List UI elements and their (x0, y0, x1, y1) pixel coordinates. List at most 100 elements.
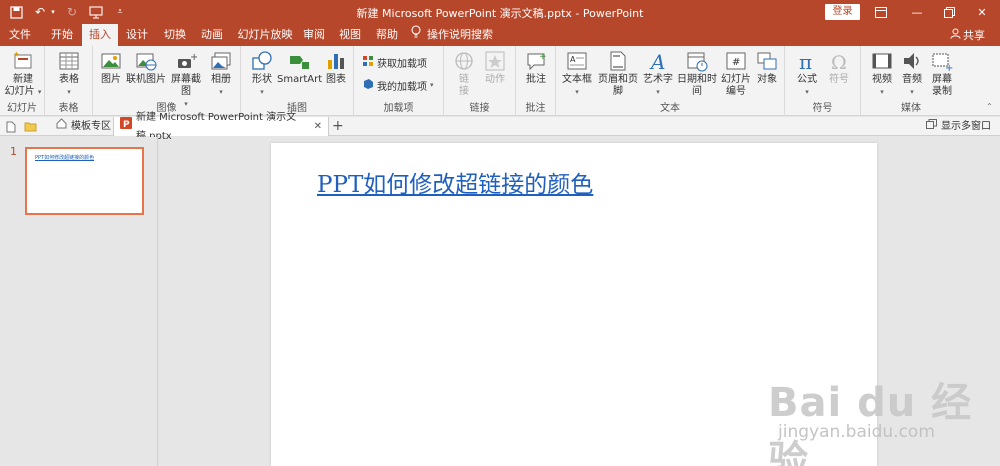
addin-icon (362, 78, 374, 93)
collapse-ribbon-icon[interactable]: ⌃ (986, 102, 993, 111)
textbox-button[interactable]: A 文本框 ▾ (562, 50, 592, 98)
tab-templates[interactable]: 模板专区 (50, 117, 117, 136)
slide-number-label-2: 编号 (726, 86, 746, 97)
action-star-icon (484, 50, 506, 72)
new-slide-icon: ✦ (12, 50, 34, 72)
textbox-label: 文本框 (562, 74, 592, 85)
screen-recording-icon: + (931, 50, 953, 74)
restore-icon[interactable] (931, 0, 967, 24)
online-picture-button[interactable]: 联机图片 (126, 50, 166, 86)
shapes-button[interactable]: 形状 ▾ (248, 50, 276, 98)
audio-button[interactable]: 音频 ▾ (899, 50, 925, 98)
screen-recording-label-2: 录制 (932, 86, 952, 97)
my-addins-button[interactable]: 我的加载项 ▾ (362, 77, 434, 93)
picture-icon (100, 50, 122, 72)
equation-button[interactable]: π 公式 ▾ (793, 50, 821, 98)
slide-number-label-1: 幻灯片 (721, 74, 751, 85)
shapes-icon (251, 50, 273, 72)
slide-number-button[interactable]: # 幻灯片 编号 (719, 50, 753, 98)
get-addins-button[interactable]: 获取加载项 (362, 54, 427, 70)
shapes-label: 形状 (252, 74, 272, 85)
group-addins: 获取加载项 我的加载项 ▾ 加载项 (354, 46, 444, 116)
comment-icon: + (525, 50, 547, 72)
svg-text:✦: ✦ (13, 50, 20, 59)
close-tab-icon[interactable]: ✕ (314, 117, 322, 136)
tab-insert[interactable]: 插入 (82, 24, 118, 46)
header-footer-icon (607, 50, 629, 72)
omega-icon: Ω (828, 50, 850, 74)
tab-transitions[interactable]: 切换 (159, 24, 191, 46)
table-button[interactable]: 表格 ▾ (53, 50, 85, 98)
multi-window-button[interactable]: 显示多窗口 (926, 117, 991, 136)
watermark-url: jingyan.baidu.com (778, 422, 935, 442)
login-button[interactable]: 登录 (825, 4, 860, 20)
tab-design[interactable]: 设计 (122, 24, 152, 46)
symbol-button[interactable]: Ω 符号 (825, 50, 853, 86)
share-button[interactable]: 共享 (950, 27, 985, 43)
slide-thumbnails-pane: 1 PPT如何修改超链接的颜色 (0, 137, 158, 466)
tab-help[interactable]: 帮助 (372, 24, 402, 46)
screenshot-label: 屏幕截图 (171, 74, 201, 97)
add-tab-icon[interactable]: + (332, 117, 344, 136)
header-footer-button[interactable]: 页眉和页脚 (594, 50, 642, 98)
tab-home[interactable]: 开始 (45, 24, 79, 46)
album-button[interactable]: 相册 ▾ (207, 50, 235, 98)
comment-label: 批注 (526, 74, 546, 85)
equation-label: 公式 (797, 74, 817, 85)
lightbulb-icon (411, 24, 421, 46)
tab-document[interactable]: P 新建 Microsoft PowerPoint 演示文稿.pptx ✕ (113, 112, 329, 142)
wordart-button[interactable]: A 艺术字 ▾ (643, 50, 673, 98)
group-symbols: π 公式 ▾ Ω 符号 符号 (785, 46, 861, 116)
group-tables: 表格 ▾ 表格 (45, 46, 93, 116)
baidu-watermark: Bai du 经验 jingyan.baidu.com (768, 370, 983, 466)
action-button[interactable]: 动作 (482, 50, 508, 86)
share-label: 共享 (963, 29, 985, 42)
svg-text:+: + (945, 63, 953, 72)
minimize-icon[interactable]: — (899, 0, 935, 24)
new-slide-button[interactable]: ✦ 新建 幻灯片 ▾ (4, 50, 42, 98)
link-button[interactable]: 链 接 (452, 50, 476, 98)
table-label: 表格 (59, 74, 79, 85)
document-tabs: 模板专区 P 新建 Microsoft PowerPoint 演示文稿.pptx… (0, 112, 1000, 142)
calendar-icon (686, 50, 708, 72)
new-slide-label-1: 新建 (13, 74, 33, 85)
chevron-down-icon: ▾ (805, 88, 809, 96)
watermark-logo: Bai du 经验 (768, 380, 973, 466)
group-comments: + 批注 批注 (516, 46, 556, 116)
smartart-button[interactable]: SmartArt (277, 50, 322, 86)
chevron-down-icon: ▾ (656, 88, 660, 96)
new-document-icon[interactable] (6, 117, 16, 136)
slide-thumbnail[interactable]: PPT如何修改超链接的颜色 (25, 147, 144, 215)
tab-file[interactable]: 文件 (5, 24, 35, 46)
object-button[interactable]: 对象 (754, 50, 780, 86)
open-folder-icon[interactable] (24, 117, 37, 136)
screen-recording-label-1: 屏幕 (932, 74, 952, 85)
group-label-addins: 加载项 (383, 103, 414, 114)
get-addins-label: 获取加载项 (377, 58, 427, 70)
my-addins-label: 我的加载项 (377, 81, 427, 93)
chevron-down-icon: ▾ (430, 81, 434, 89)
datetime-button[interactable]: 日期和时间 (674, 50, 720, 98)
video-icon (871, 50, 893, 72)
video-button[interactable]: 视频 ▾ (869, 50, 895, 98)
tab-review[interactable]: 审阅 (299, 24, 329, 46)
tell-me-search[interactable]: 操作说明搜索 (411, 24, 511, 46)
link-icon (453, 50, 475, 72)
chart-button[interactable]: 图表 (323, 50, 349, 86)
ribbon-display-icon[interactable] (863, 0, 899, 24)
chart-icon (325, 50, 347, 72)
textbox-icon: A (566, 50, 588, 72)
screen-recording-button[interactable]: + 屏幕 录制 (929, 50, 955, 98)
close-icon[interactable]: ✕ (964, 0, 1000, 24)
slide-title-hyperlink[interactable]: PPT如何修改超链接的颜色 (317, 165, 593, 199)
tab-slideshow[interactable]: 幻灯片放映 (236, 24, 294, 46)
chart-label: 图表 (326, 74, 346, 85)
comment-button[interactable]: + 批注 (523, 50, 549, 86)
group-slides: ✦ 新建 幻灯片 ▾ 幻灯片 (0, 46, 45, 116)
slide-number: 1 (10, 145, 17, 158)
svg-text:+: + (190, 52, 197, 63)
tab-animations[interactable]: 动画 (196, 24, 228, 46)
svg-text:π: π (799, 50, 812, 72)
tab-view[interactable]: 视图 (335, 24, 365, 46)
picture-button[interactable]: 图片 (98, 50, 124, 86)
